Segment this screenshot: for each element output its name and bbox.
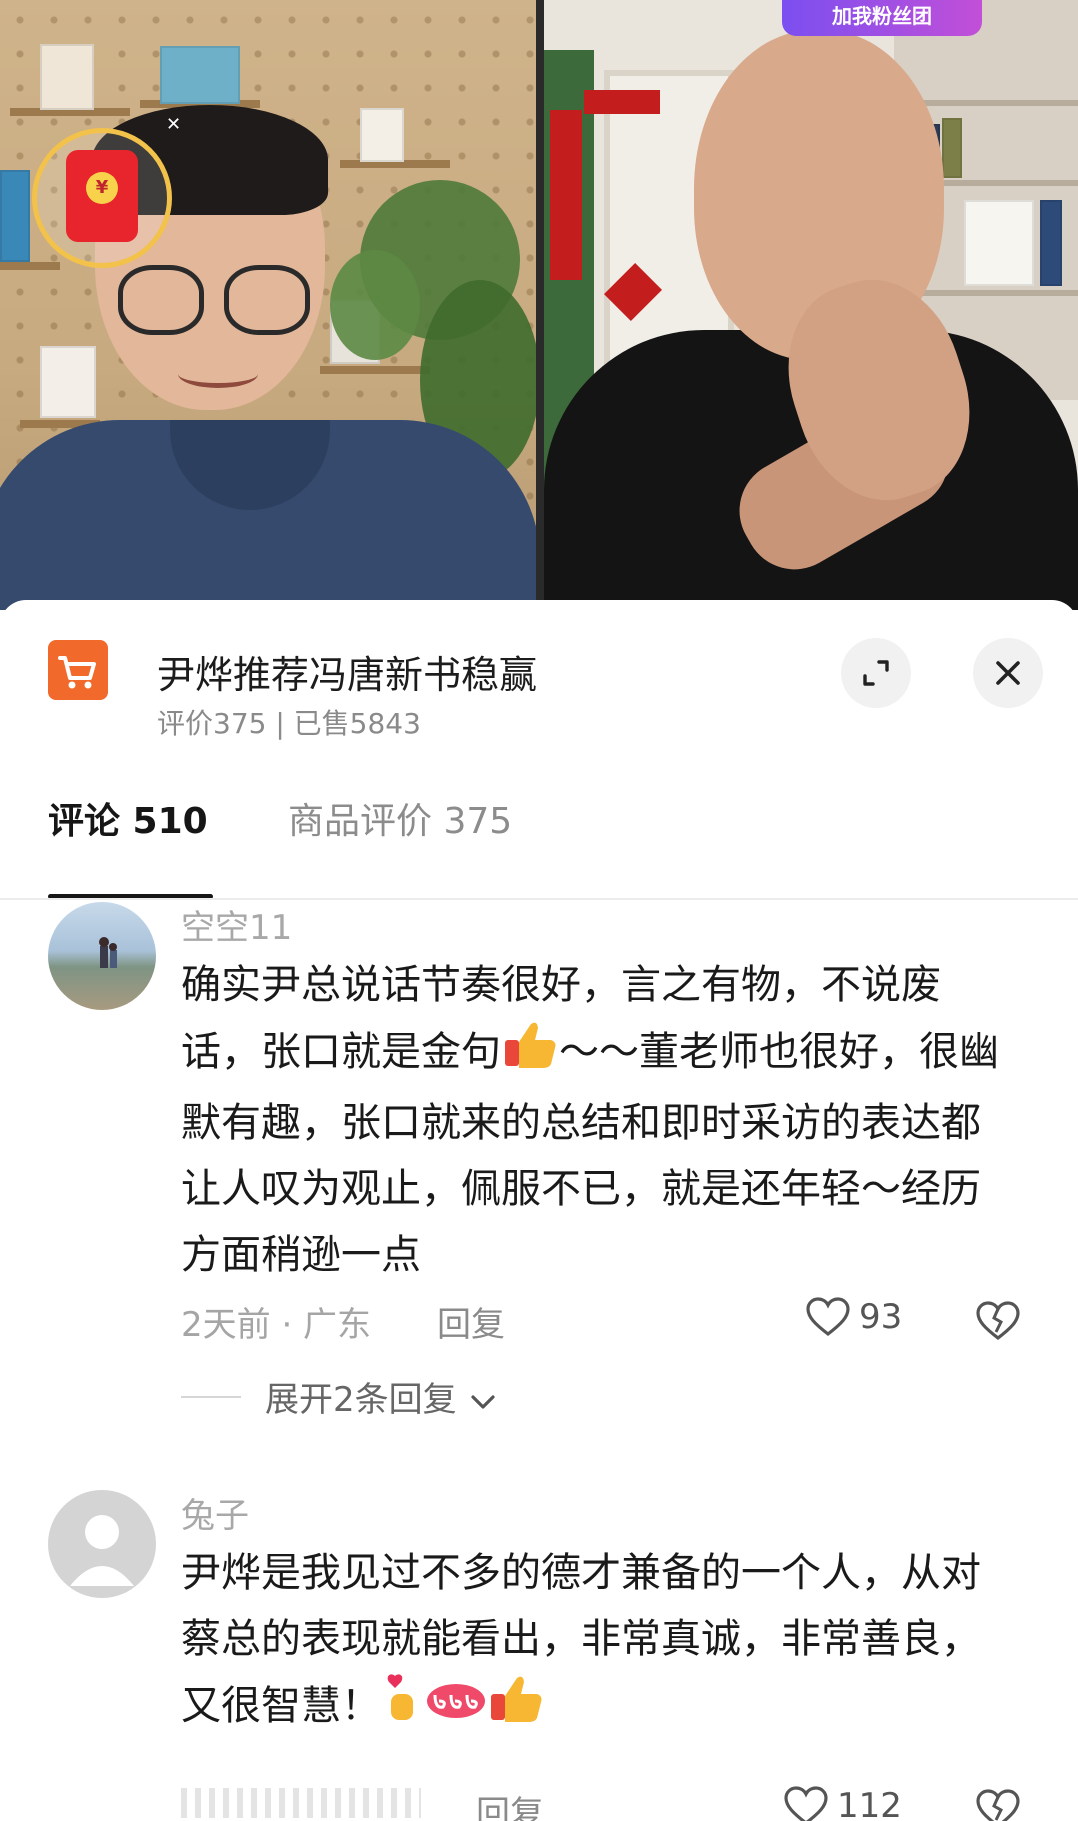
heart-icon (784, 1786, 828, 1821)
red-packet-close-icon[interactable]: ✕ (166, 114, 181, 135)
dislike-button[interactable] (975, 1300, 1021, 1346)
glasses (224, 265, 310, 335)
book (40, 44, 94, 110)
red-couplet (584, 90, 660, 114)
product-meta: 评价375 | 已售5843 (157, 707, 421, 740)
video-pane-left (0, 0, 536, 610)
book (942, 118, 962, 178)
book (0, 170, 30, 262)
chevron-down-icon (471, 1394, 496, 1409)
expand-line (181, 1396, 241, 1398)
calligraphy-scroll (964, 200, 1034, 286)
like-button[interactable]: 93 (805, 1296, 902, 1338)
reply-button[interactable]: 回复 (476, 1786, 544, 1821)
thumbs-up-emoji (487, 1672, 545, 1744)
product-title[interactable]: 尹烨推荐冯唐新书稳赢 (157, 644, 537, 699)
broken-heart-icon (976, 1301, 1020, 1341)
book (160, 46, 240, 104)
glasses (118, 265, 204, 335)
fan-club-badge[interactable]: 加我粉丝团 (782, 0, 982, 36)
comment-time-location: 2天前 · 广东 (181, 1305, 372, 1345)
close-button[interactable] (973, 638, 1043, 708)
book (360, 108, 404, 162)
heart-icon (806, 1297, 850, 1337)
comment-item: 空空11 确实尹总说话节奏很好，言之有物，不说废话，张口就是金句 ～～董老师也很好… (0, 900, 1078, 1460)
book (40, 346, 96, 418)
comment-text-part: 尹烨是我见过不多的德才兼备的一个人，从对蔡总的表现就能看出，非常真诚，非常善良，… (181, 1550, 981, 1729)
comment-item: 兔子 尹烨是我见过不多的德才兼备的一个人，从对蔡总的表现就能看出，非常真诚，非常… (0, 1488, 1078, 1821)
comment-username[interactable]: 空空11 (181, 900, 292, 949)
video-pane-right: 加我粉丝团 (544, 0, 1078, 610)
avatar[interactable] (48, 902, 156, 1010)
avatar[interactable] (48, 1490, 156, 1598)
broken-heart-icon (976, 1789, 1020, 1821)
tab-comments[interactable]: 评论 510 (48, 792, 208, 844)
tab-product-reviews[interactable]: 商品评价 375 (288, 792, 512, 844)
expand-icon (863, 660, 889, 686)
shelf (320, 366, 430, 374)
like-count: 112 (837, 1786, 902, 1821)
smile (178, 360, 258, 388)
close-icon (996, 661, 1020, 685)
expand-replies-button[interactable]: 展开2条回复 (265, 1372, 499, 1421)
like-count: 93 (859, 1297, 903, 1337)
book (1040, 200, 1062, 286)
thumbs-up-emoji (501, 1018, 559, 1090)
plant (330, 250, 420, 360)
red-packet-coin-icon: ¥ (86, 172, 118, 204)
red-couplet (550, 110, 582, 280)
shelf (0, 262, 60, 270)
expand-replies-label: 展开2条回复 (265, 1380, 457, 1420)
cart-icon (48, 640, 108, 700)
reply-button[interactable]: 回复 (437, 1297, 505, 1346)
emoji-666 (425, 1675, 487, 1741)
live-video[interactable]: 加我粉丝团 ¥ ✕ (0, 0, 1078, 610)
finger-heart-emoji (381, 1672, 425, 1744)
product-comments-sheet: 尹烨推荐冯唐新书稳赢 评价375 | 已售5843 评论 510 商品评价 37… (0, 600, 1078, 1821)
comment-text: 确实尹总说话节奏很好，言之有物，不说废话，张口就是金句 ～～董老师也很好，很幽默有… (181, 952, 1011, 1288)
like-button[interactable]: 112 (783, 1785, 902, 1821)
split-divider (536, 0, 544, 610)
dislike-button[interactable] (975, 1788, 1021, 1821)
comment-time-location-obscured (181, 1788, 421, 1818)
comment-username[interactable]: 兔子 (181, 1488, 249, 1537)
comment-text: 尹烨是我见过不多的德才兼备的一个人，从对蔡总的表现就能看出，非常真诚，非常善良，… (181, 1540, 1011, 1744)
expand-button[interactable] (841, 638, 911, 708)
